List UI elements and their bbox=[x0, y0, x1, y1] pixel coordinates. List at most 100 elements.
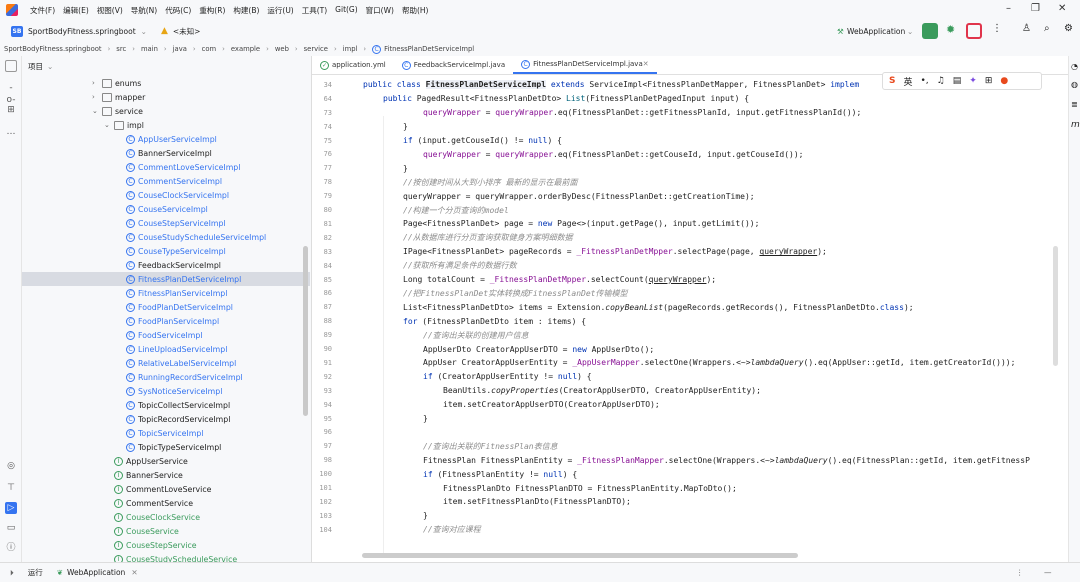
editor-tab[interactable]: ✓ application.yml bbox=[312, 56, 394, 74]
menu-item[interactable]: 文件(F) bbox=[26, 5, 59, 16]
tree-item[interactable]: I CouseService bbox=[22, 524, 310, 538]
menu-item[interactable]: 重构(R) bbox=[195, 5, 229, 16]
menu-item[interactable]: Git(G) bbox=[331, 5, 362, 16]
more-tools-icon[interactable]: … bbox=[5, 126, 17, 138]
skin-icon[interactable]: ✦ bbox=[969, 76, 977, 86]
code-line[interactable]: 77} bbox=[312, 161, 1068, 175]
breadcrumb-item[interactable]: service bbox=[304, 45, 328, 53]
code-line[interactable]: 89 //查询出关联的创建用户信息 bbox=[312, 328, 1068, 342]
breadcrumb-item[interactable]: example bbox=[231, 45, 260, 53]
menu-item[interactable]: 导航(N) bbox=[127, 5, 161, 16]
breadcrumb-item[interactable]: src bbox=[116, 45, 126, 53]
tree-item[interactable]: C TopicRecordServiceImpl bbox=[22, 412, 310, 426]
chevron-down-icon[interactable]: ⌄ bbox=[47, 62, 53, 71]
tree-item[interactable]: I CouseStudyScheduleService bbox=[22, 552, 310, 562]
run-tab-label[interactable]: 运行 bbox=[28, 567, 43, 578]
sogou-logo-icon[interactable]: S bbox=[889, 76, 895, 86]
code-line[interactable]: 83 IPage<FitnessPlanDet> pageRecords = _F… bbox=[312, 245, 1068, 259]
debug-icon[interactable]: ✹ bbox=[946, 23, 955, 36]
database-icon[interactable]: ≣ bbox=[1071, 100, 1078, 109]
structure-icon[interactable]: ⊞ bbox=[5, 104, 17, 116]
tree-item[interactable]: C FitnessPlanDetServiceImpl bbox=[22, 272, 310, 286]
project-scrollbar[interactable] bbox=[303, 246, 308, 416]
tree-item[interactable]: I CouseClockService bbox=[22, 510, 310, 524]
project-badge[interactable]: SB bbox=[11, 25, 23, 37]
code-line[interactable]: 98 FitnessPlan FitnessPlanEntity = _Fitne… bbox=[312, 453, 1068, 467]
chevron-down-icon[interactable]: ⌄ bbox=[907, 27, 913, 36]
code-line[interactable]: 101 FitnessPlanDto FitnessPlanDTO = Fitne… bbox=[312, 481, 1068, 495]
tree-item[interactable]: C CouseStudyScheduleServiceImpl bbox=[22, 230, 310, 244]
breadcrumb-item[interactable]: java bbox=[173, 45, 187, 53]
tree-item[interactable]: C CouseTypeServiceImpl bbox=[22, 244, 310, 258]
breadcrumb-item[interactable]: FitnessPlanDetServiceImpl bbox=[384, 45, 474, 53]
code-line[interactable]: 88 for (FitnessPlanDetDto item : items) { bbox=[312, 314, 1068, 328]
tree-item[interactable]: C FoodServiceImpl bbox=[22, 328, 310, 342]
minimize-panel-icon[interactable]: — bbox=[1044, 568, 1052, 577]
code-line[interactable]: 81 Page<FitnessPlanDet> page = new Page<>… bbox=[312, 217, 1068, 231]
account-icon[interactable]: ♙ bbox=[1022, 23, 1031, 34]
commit-icon[interactable]: -o- bbox=[5, 82, 17, 105]
run-config-tab[interactable]: WebApplication bbox=[67, 568, 125, 577]
code-line[interactable]: 94 item.setCreatorAppUserDTO(CreatorAppUs… bbox=[312, 398, 1068, 412]
tree-item[interactable]: I AppUserService bbox=[22, 454, 310, 468]
run-config-select[interactable]: WebApplication bbox=[847, 27, 905, 36]
tree-item[interactable]: C CommentLoveServiceImpl bbox=[22, 160, 310, 174]
tree-item[interactable]: › mapper bbox=[22, 90, 310, 104]
minimize-icon[interactable]: – bbox=[1006, 3, 1011, 14]
code-line[interactable]: 102 item.setFitnessPlanDto(FitnessPlanDTO… bbox=[312, 495, 1068, 509]
tree-item[interactable]: C LineUploadServiceImpl bbox=[22, 342, 310, 356]
code-line[interactable]: 92 if (CreatorAppUserEntity != null) { bbox=[312, 370, 1068, 384]
gear-icon[interactable]: ⚙ bbox=[1064, 23, 1073, 34]
tree-item[interactable]: C TopicServiceImpl bbox=[22, 426, 310, 440]
terminal-icon[interactable]: ▭ bbox=[5, 522, 17, 534]
more-icon[interactable]: ⋮ bbox=[992, 23, 1002, 34]
code-line[interactable]: 76 queryWrapper = queryWrapper.eq(Fitness… bbox=[312, 148, 1068, 162]
menu-item[interactable]: 运行(U) bbox=[263, 5, 297, 16]
code-line[interactable]: 86 //把FitnessPlanDet实体转换成FitnessPlanDet传输… bbox=[312, 287, 1068, 301]
code-line[interactable]: 90 AppUserDto CreatorAppUserDTO = new App… bbox=[312, 342, 1068, 356]
code-line[interactable]: 104 //查询对应课程 bbox=[312, 523, 1068, 537]
tree-item[interactable]: I CommentService bbox=[22, 496, 310, 510]
menu-item[interactable]: 代码(C) bbox=[161, 5, 195, 16]
menu-item[interactable]: 编辑(E) bbox=[59, 5, 93, 16]
tree-item[interactable]: I CouseStepService bbox=[22, 538, 310, 552]
close-tab-icon[interactable]: ✕ bbox=[643, 60, 649, 68]
tree-item[interactable]: C CouseClockServiceImpl bbox=[22, 188, 310, 202]
chevron-icon[interactable]: ⌄ bbox=[104, 121, 114, 129]
menu-item[interactable]: 窗口(W) bbox=[362, 5, 398, 16]
run-button[interactable] bbox=[922, 23, 938, 39]
breadcrumb-item[interactable]: SportBodyFitness.springboot bbox=[4, 45, 102, 53]
tree-item[interactable]: C FoodPlanServiceImpl bbox=[22, 314, 310, 328]
close-tab-icon[interactable]: ✕ bbox=[131, 568, 137, 577]
tree-item[interactable]: C TopicCollectServiceImpl bbox=[22, 398, 310, 412]
run-icon[interactable]: ⏵ bbox=[10, 568, 14, 578]
project-panel-header[interactable]: 项目 ⌄ bbox=[22, 56, 311, 76]
menu-item[interactable]: 构建(B) bbox=[229, 5, 263, 16]
tree-item[interactable]: C CouseServiceImpl bbox=[22, 202, 310, 216]
code-line[interactable]: 93 BeanUtils.copyProperties(CreatorAppUse… bbox=[312, 384, 1068, 398]
search-icon[interactable]: ⌕ bbox=[1044, 23, 1050, 34]
breadcrumb-item[interactable]: com bbox=[202, 45, 217, 53]
tree-item[interactable]: C BannerServiceImpl bbox=[22, 146, 310, 160]
code-line[interactable]: 84 //获取所有满足条件的数据行数 bbox=[312, 259, 1068, 273]
tree-item[interactable]: C FoodPlanDetServiceImpl bbox=[22, 300, 310, 314]
code-line[interactable]: 74} bbox=[312, 120, 1068, 134]
services-icon[interactable]: ◎ bbox=[5, 460, 17, 472]
stop-button[interactable] bbox=[966, 23, 982, 39]
problems-icon[interactable]: ⓘ bbox=[5, 542, 17, 554]
run-tool-icon[interactable]: ▷ bbox=[5, 502, 17, 514]
tree-item[interactable]: I BannerService bbox=[22, 468, 310, 482]
tree-item[interactable]: C TopicTypeServiceImpl bbox=[22, 440, 310, 454]
code-line[interactable]: 95} bbox=[312, 412, 1068, 426]
tree-item[interactable]: C RunningRecordServiceImpl bbox=[22, 370, 310, 384]
punctuation-icon[interactable]: •, bbox=[921, 76, 929, 86]
menu-item[interactable]: 帮助(H) bbox=[398, 5, 433, 16]
more-icon[interactable]: ⋮ bbox=[1016, 568, 1024, 577]
breadcrumb-item[interactable]: web bbox=[275, 45, 289, 53]
tree-item[interactable]: C AppUserServiceImpl bbox=[22, 132, 310, 146]
project-name[interactable]: SportBodyFitness.springboot bbox=[28, 27, 136, 36]
mascot-icon[interactable]: ● bbox=[1000, 76, 1008, 86]
chevron-down-icon[interactable]: ⌄ bbox=[141, 27, 147, 36]
tree-item[interactable]: › enums bbox=[22, 76, 310, 90]
build-icon[interactable]: ⊤ bbox=[5, 482, 17, 494]
